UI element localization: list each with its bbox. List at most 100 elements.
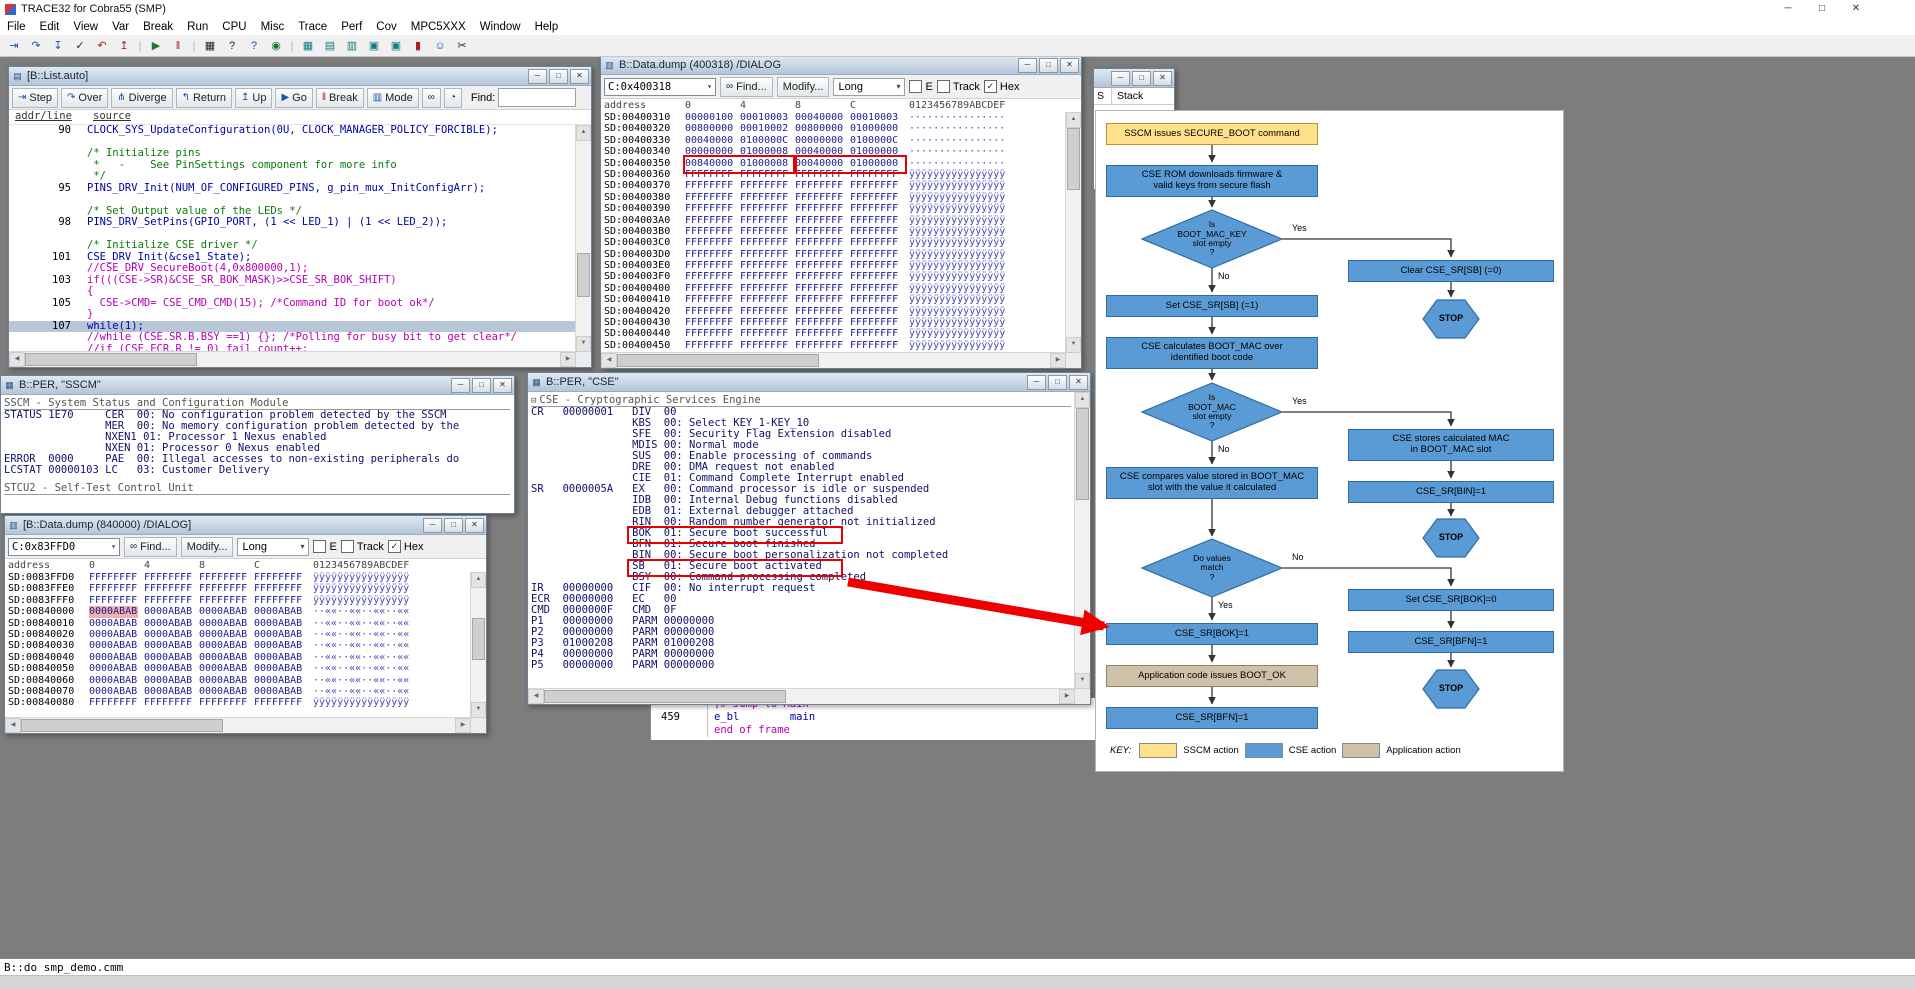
hex-value[interactable]: 0000ABAB [199,663,248,674]
hex-value[interactable]: 0000ABAB [144,663,193,674]
hex-value[interactable]: FFFFFFFF [199,697,248,708]
menu-item[interactable]: Var [105,20,136,34]
window-titlebar[interactable]: ▤ [B::List.auto] ─ □ ✕ [9,67,591,86]
hex-value[interactable]: FFFFFFFF [144,697,193,708]
separator[interactable]: | [190,37,198,55]
hex-value[interactable]: 0000ABAB [254,652,303,663]
over-button[interactable]: ↷ Over [61,87,109,108]
hex-value[interactable]: FFFFFFFF [850,249,899,260]
maximize-icon[interactable]: □ [444,517,463,533]
hex-value[interactable]: 00010003 [740,112,789,123]
hex-value[interactable]: FFFFFFFF [795,203,844,214]
track-checkbox[interactable]: Track [936,80,980,93]
hex-value[interactable]: FFFFFFFF [254,572,303,583]
hex-value[interactable]: FFFFFFFF [795,226,844,237]
hex-value[interactable]: FFFFFFFF [685,237,734,248]
chip-icon[interactable]: ▣ [364,37,384,55]
hex-value[interactable]: FFFFFFFF [740,328,789,339]
hex-value[interactable]: FFFFFFFF [740,203,789,214]
menu-item[interactable]: View [66,20,105,34]
hex-value[interactable]: FFFFFFFF [795,340,844,351]
glasses-icon[interactable]: ∞ [421,87,441,108]
dump-row[interactable]: SD:0083FFF0 FFFFFFFF FFFFFFFF FFFFFFFF F… [5,595,471,606]
return-button[interactable]: ↰ Return [175,87,232,108]
command-line[interactable]: B::do smp_demo.cmm [0,958,1915,976]
window-titlebar[interactable]: ▦ B::PER, "CSE" ─ □ ✕ [528,373,1090,392]
scrollbar-thumb[interactable] [577,253,590,297]
code-line[interactable]: 103 if(((CSE->SR)&CSE_SR_BOK_MASK)>>CSE_… [9,274,576,287]
window-titlebar[interactable]: ▥ B::Data.dump (400318) /DIALOG ─ □ ✕ [601,56,1081,75]
hex-value[interactable]: 00800000 [685,123,734,134]
minimize-icon[interactable]: ─ [1027,374,1046,390]
menu-item[interactable]: Window [473,20,528,34]
modify-button[interactable]: Modify... [776,76,830,97]
dump-row[interactable]: SD:00400330 00040000 0100000C 00000000 0… [601,135,1066,146]
hex-value[interactable]: FFFFFFFF [89,583,138,594]
hex-value[interactable]: FFFFFFFF [850,192,899,203]
hex-value[interactable]: FFFFFFFF [740,283,789,294]
separator[interactable]: | [136,37,144,55]
horizontal-scrollbar[interactable]: ◀ ▶ [5,717,471,733]
menu-item[interactable]: Misc [254,20,292,34]
undo-icon[interactable]: ↶ [92,37,112,55]
dump-row[interactable]: SD:0083FFE0 FFFFFFFF FFFFFFFF FFFFFFFF F… [5,583,471,594]
scroll-right-icon[interactable]: ▶ [560,352,576,367]
window-titlebar[interactable]: ─ □ ✕ [1094,69,1174,88]
modify-button[interactable]: Modify... [180,536,234,557]
hex-value[interactable]: FFFFFFFF [850,260,899,271]
scrollbar-thumb[interactable] [25,353,197,366]
registers-icon[interactable]: ▥ [342,37,362,55]
hex-value[interactable]: 00000000 [795,135,844,146]
hex-value[interactable]: 0000ABAB [89,629,138,640]
close-icon[interactable]: ✕ [1839,0,1873,18]
hex-value[interactable]: FFFFFFFF [740,340,789,351]
hex-checkbox[interactable]: ✓ Hex [387,540,423,553]
hex-value[interactable]: FFFFFFFF [685,192,734,203]
hex-value[interactable]: 0000ABAB [199,652,248,663]
hex-value[interactable]: FFFFFFFF [795,260,844,271]
vertical-scrollbar[interactable]: ▲ ▼ [575,125,591,352]
scroll-left-icon[interactable]: ◀ [5,718,21,733]
hex-value[interactable]: 0000ABAB [89,686,138,697]
step-down-icon[interactable]: ↧ [48,37,68,55]
code-line[interactable]: /* Initialize pins [9,147,576,160]
stack-col-stack[interactable]: Stack [1112,88,1143,104]
menu-item[interactable]: Run [180,20,215,34]
hex-value[interactable]: 0000ABAB [144,618,193,629]
scroll-up-icon[interactable]: ▲ [576,125,591,141]
find-button[interactable]: ∞ Find... [720,76,773,97]
code-line[interactable]: */ [9,170,576,183]
menu-item[interactable]: MPC5XXX [404,20,473,34]
hex-value[interactable]: FFFFFFFF [740,317,789,328]
maximize-icon[interactable]: □ [1805,0,1839,18]
scrollbar-thumb[interactable] [544,690,786,703]
hex-value[interactable]: 0000ABAB [89,652,138,663]
hex-value[interactable]: FFFFFFFF [740,226,789,237]
hex-value[interactable]: 0000ABAB [254,663,303,674]
dump-row[interactable]: SD:00840050 0000ABAB 0000ABAB 0000ABAB 0… [5,663,471,674]
code-line[interactable]: 95 PINS_DRV_Init(NUM_OF_CONFIGURED_PINS,… [9,182,576,195]
hex-value[interactable]: 0000ABAB [254,606,303,617]
register-line[interactable]: P5 00000000 PARM 00000000 [531,660,1075,671]
go-button[interactable]: ▶ Go [275,87,313,108]
hex-value[interactable]: FFFFFFFF [850,215,899,226]
hex-value[interactable]: 0000ABAB [144,675,193,686]
close-icon[interactable]: ✕ [1060,57,1079,73]
hex-value[interactable]: FFFFFFFF [850,306,899,317]
hex-value[interactable]: FFFFFFFF [740,215,789,226]
hex-value[interactable]: FFFFFFFF [740,192,789,203]
hex-value[interactable]: FFFFFFFF [199,572,248,583]
hex-value[interactable]: 0000ABAB [144,629,193,640]
code-line[interactable] [9,194,576,206]
hex-value[interactable]: FFFFFFFF [685,260,734,271]
menu-item[interactable]: CPU [215,20,253,34]
size-select[interactable]: Long ▾ [237,537,310,556]
hex-value[interactable]: FFFFFFFF [740,306,789,317]
hex-value[interactable]: FFFFFFFF [850,226,899,237]
dump-row[interactable]: SD:004003F0 FFFFFFFF FFFFFFFF FFFFFFFF F… [601,271,1066,282]
up-button[interactable]: ↥ Up [234,87,273,108]
menu-item[interactable]: Cov [369,20,403,34]
scroll-up-icon[interactable]: ▲ [1066,112,1081,128]
hex-value[interactable]: 0000ABAB [199,618,248,629]
scrollbar-thumb[interactable] [21,719,223,732]
